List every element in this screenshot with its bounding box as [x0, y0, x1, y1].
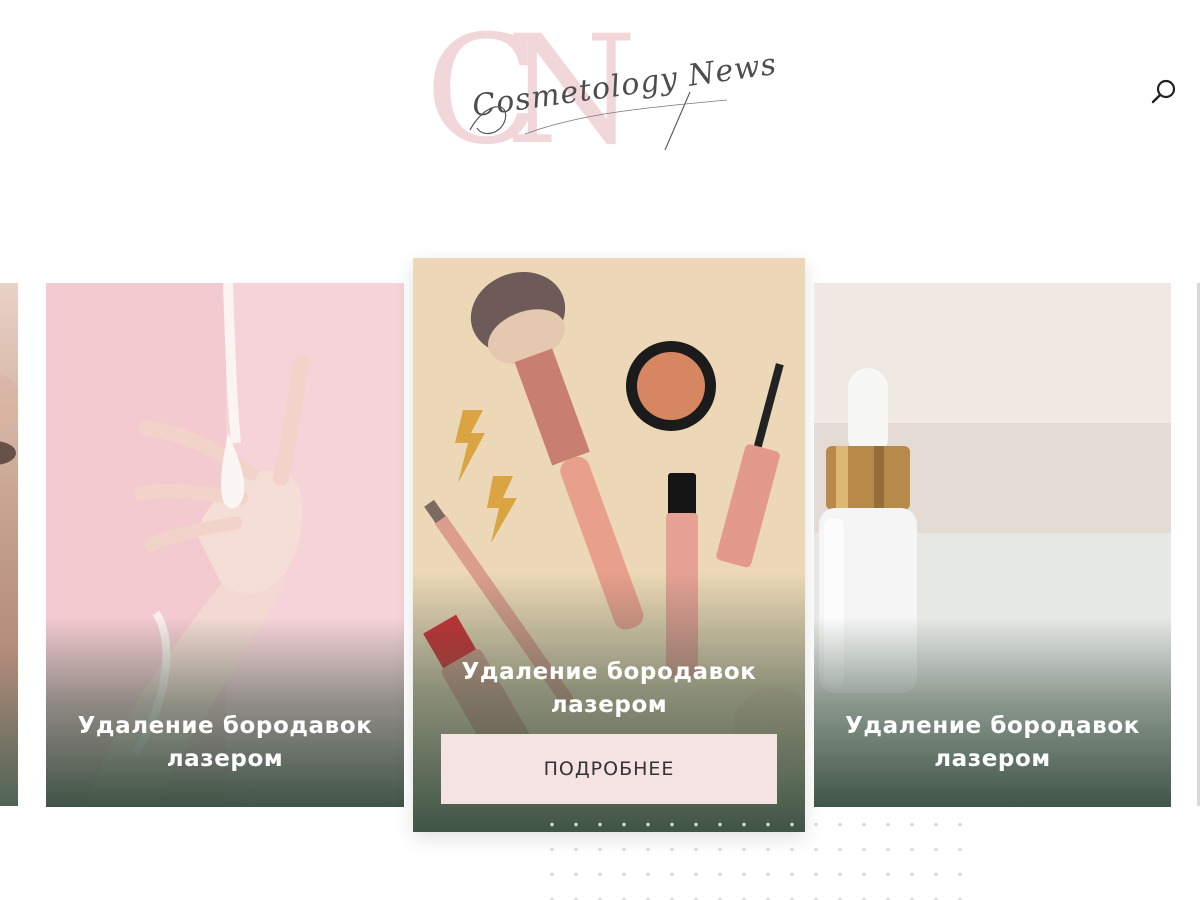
- carousel-card-partial-left[interactable]: [0, 283, 18, 806]
- page: CN Cosmetology News Удаление бородавок л…: [0, 0, 1200, 900]
- more-details-button[interactable]: ПОДРОБНЕЕ: [441, 734, 777, 804]
- decorative-dot-grid: [540, 812, 970, 900]
- card-title[interactable]: Удаление бородавок лазером: [46, 710, 404, 776]
- carousel-card-active[interactable]: Удаление бородавок лазером ПОДРОБНЕЕ: [413, 258, 805, 832]
- card-title[interactable]: Удаление бородавок лазером: [814, 710, 1171, 776]
- card-title[interactable]: Удаление бородавок лазером: [413, 656, 805, 722]
- carousel-card[interactable]: Удаление бородавок лазером: [814, 283, 1171, 807]
- face-closeup-image: [0, 375, 18, 465]
- article-carousel[interactable]: Удаление бородавок лазером Удаление боро…: [0, 0, 1200, 900]
- carousel-card[interactable]: Удаление бородавок лазером: [46, 283, 404, 807]
